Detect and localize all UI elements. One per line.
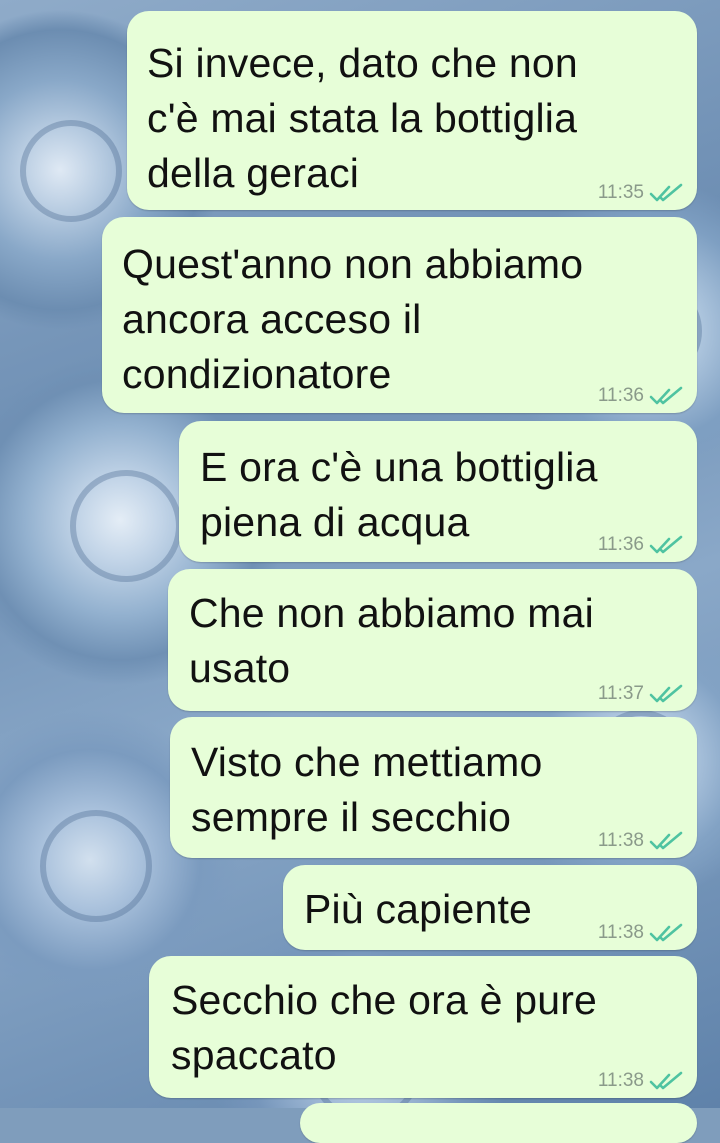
double-check-icon (649, 923, 683, 942)
message-time: 11:38 (597, 1070, 644, 1091)
message-meta: 11:35 (598, 182, 683, 204)
message-bubble[interactable]: Si invece, dato che non c'è mai stata la… (127, 11, 697, 210)
message-time: 11:37 (597, 683, 644, 704)
message-time: 11:38 (597, 922, 644, 943)
message-text: E ora c'è una bottiglia piena di acqua (200, 444, 598, 545)
message-bubble[interactable]: Secchio che ora è pure spaccato 11:38 (149, 956, 697, 1098)
message-text: Più capiente (304, 886, 533, 932)
message-bubble[interactable]: Più capiente 11:38 (283, 865, 697, 950)
message-bubble[interactable]: Quest'anno non abbiamo ancora acceso il … (102, 217, 697, 413)
double-check-icon (649, 386, 683, 405)
message-time: 11:35 (597, 182, 644, 203)
message-meta: 11:37 (598, 683, 683, 705)
message-time: 11:36 (597, 385, 644, 406)
message-bubble-partial[interactable] (300, 1103, 697, 1143)
message-text: Che non abbiamo mai usato (189, 590, 594, 691)
message-text: Quest'anno non abbiamo ancora acceso il … (122, 241, 584, 397)
message-meta: 11:36 (598, 534, 683, 556)
message-text: Visto che mettiamo sempre il secchio (191, 739, 543, 840)
message-meta: 11:38 (598, 830, 683, 852)
double-check-icon (649, 1071, 683, 1090)
message-time: 11:36 (597, 534, 644, 555)
double-check-icon (649, 831, 683, 850)
message-text: Secchio che ora è pure spaccato (171, 977, 598, 1078)
message-bubble[interactable]: Visto che mettiamo sempre il secchio 11:… (170, 717, 697, 858)
message-meta: 11:38 (598, 922, 683, 944)
message-text: Si invece, dato che non c'è mai stata la… (147, 40, 578, 196)
message-time: 11:38 (597, 830, 644, 851)
message-bubble[interactable]: E ora c'è una bottiglia piena di acqua 1… (179, 421, 697, 562)
message-meta: 11:38 (598, 1070, 683, 1092)
double-check-icon (649, 535, 683, 554)
double-check-icon (649, 183, 683, 202)
message-meta: 11:36 (598, 385, 683, 407)
double-check-icon (649, 684, 683, 703)
message-bubble[interactable]: Che non abbiamo mai usato 11:37 (168, 569, 697, 711)
